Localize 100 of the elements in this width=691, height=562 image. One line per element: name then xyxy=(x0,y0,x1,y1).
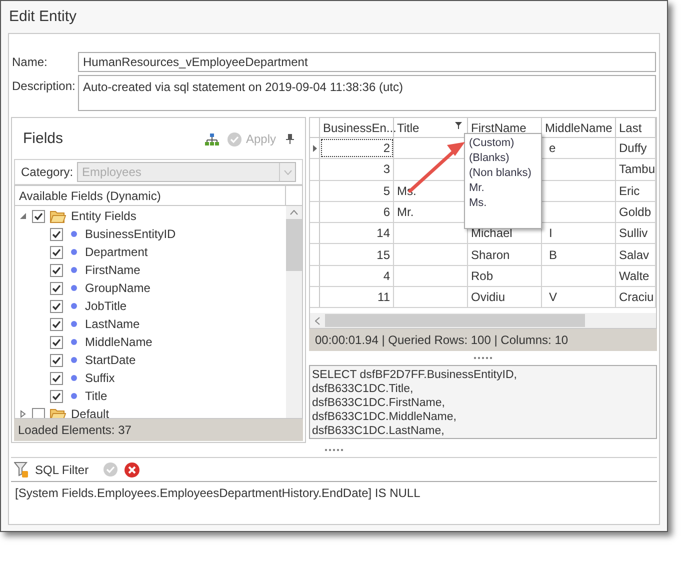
filter-option[interactable]: (Non blanks) xyxy=(469,166,537,181)
query-status: 00:00:01.94 | Queried Rows: 100 | Columns: 10 xyxy=(309,329,657,351)
pin-icon[interactable] xyxy=(286,134,294,144)
tree-item[interactable]: MiddleName xyxy=(15,333,286,351)
table-cell: Tambu xyxy=(616,159,656,180)
scrollbar-thumb[interactable] xyxy=(325,314,585,327)
table-cell: Rob xyxy=(468,266,542,286)
checkbox[interactable] xyxy=(50,372,63,384)
table-cell: Walte xyxy=(616,266,656,286)
check-icon[interactable] xyxy=(102,462,118,477)
table-cell: Salav xyxy=(616,244,656,265)
sql-filter-field[interactable]: [System Fields.Employees.EmployeesDepartmentHistory.EndDate] IS NULL xyxy=(11,481,657,524)
checkbox[interactable] xyxy=(50,246,63,258)
tree-item-label: Entity Fields xyxy=(71,208,136,225)
checkbox[interactable] xyxy=(50,282,63,294)
window-title: Edit Entity xyxy=(8,6,78,27)
table-cell: B xyxy=(542,244,616,265)
table-cell: 2 xyxy=(320,138,394,158)
folder-icon xyxy=(50,408,66,418)
table-cell: 14 xyxy=(320,223,394,244)
tree-item[interactable]: FirstName xyxy=(15,261,286,279)
table-cell: 3 xyxy=(320,159,394,180)
checkbox[interactable] xyxy=(50,336,63,348)
loaded-elements-status: Loaded Elements: 37 xyxy=(14,419,303,441)
folder-icon xyxy=(50,210,66,222)
name-label: Name: xyxy=(12,54,48,71)
column-header[interactable]: Available Fields (Dynamic) xyxy=(15,186,286,205)
table-cell: Sharon xyxy=(468,244,542,265)
table-cell: Sulliv xyxy=(616,223,656,244)
tree-item[interactable]: Suffix xyxy=(15,369,286,387)
tree-item-label: StartDate xyxy=(85,352,136,369)
checkbox[interactable] xyxy=(50,264,63,276)
table-cell: 11 xyxy=(320,287,394,308)
tree-item[interactable]: JobTitle xyxy=(15,297,286,315)
tree-item[interactable]: BusinessEntityID xyxy=(15,225,286,243)
chevron-down-icon xyxy=(284,170,292,174)
horizontal-scrollbar[interactable] xyxy=(310,313,656,328)
sql-filter-label: SQL Filter xyxy=(35,462,89,478)
filter-option[interactable]: Mr. xyxy=(469,181,537,196)
filter-icon[interactable] xyxy=(455,122,462,129)
collapsed-arrow-icon[interactable] xyxy=(19,410,27,418)
tree-item[interactable]: Entity Fields xyxy=(15,207,286,225)
tree-item-label: MiddleName xyxy=(85,334,152,351)
hierarchy-icon[interactable] xyxy=(204,132,219,146)
checkbox[interactable] xyxy=(50,300,63,312)
table-row[interactable]: 11 Ovidiu V Craciu xyxy=(310,287,656,308)
scroll-up-icon[interactable] xyxy=(290,210,298,215)
checkbox[interactable] xyxy=(50,228,63,240)
filter-icon xyxy=(14,462,29,478)
name-field[interactable]: HumanResources_vEmployeeDepartment xyxy=(78,52,656,72)
scroll-left-icon[interactable] xyxy=(315,316,320,324)
checkbox[interactable] xyxy=(32,210,45,222)
table-cell: Duffy xyxy=(616,138,656,158)
tree-item-label: Title xyxy=(85,388,108,405)
table-cell: 5 xyxy=(320,180,394,201)
category-label: Category: xyxy=(21,164,74,181)
checkbox[interactable] xyxy=(32,408,45,418)
description-field[interactable]: Auto-created via sql statement on 2019-09-04 11:38:36 (utc) xyxy=(78,75,656,111)
expanded-arrow-icon[interactable] xyxy=(19,212,27,220)
table-cell: Goldb xyxy=(616,202,656,222)
fields-title: Fields xyxy=(23,128,64,149)
sql-line: SELECT dsfBF2D7FF.BusinessEntityID, xyxy=(312,368,518,382)
column-header[interactable]: BusinessEn... xyxy=(320,118,394,137)
sql-line: dsfB633C1DC.MiddleName, xyxy=(312,410,458,424)
tree-item[interactable]: LastName xyxy=(15,315,286,333)
sql-line: dsfB633C1DC.Title, xyxy=(312,382,414,396)
table-cell: 4 xyxy=(320,266,394,286)
sql-line: dsfB633C1DC.LastName, xyxy=(312,424,446,438)
tree-item-label: Department xyxy=(85,244,148,261)
sql-text-area[interactable]: SELECT dsfBF2D7FF.BusinessEntityID, dsfB633C1DC.Title, dsfB633C1DC.FirstName, dsfB633C1DC.MiddleName, dsfB633C1DC.LastName, xyxy=(309,365,657,439)
tree-item-label: GroupName xyxy=(85,280,150,297)
tree-item-label: LastName xyxy=(85,316,140,333)
checkbox[interactable] xyxy=(50,354,63,366)
description-label: Description: xyxy=(12,78,74,95)
table-cell: 6 xyxy=(320,202,394,222)
scrollbar-thumb[interactable] xyxy=(286,219,302,271)
table-cell: V xyxy=(542,287,616,308)
tree-item[interactable]: Title xyxy=(15,387,286,405)
table-cell: Ovidiu xyxy=(468,287,542,308)
column-header[interactable]: Last xyxy=(616,118,656,137)
filter-option[interactable]: Ms. xyxy=(469,196,537,211)
tree-item[interactable]: StartDate xyxy=(15,351,286,369)
tree-item-label: Default xyxy=(71,406,110,418)
tree-item-label: FirstName xyxy=(85,262,140,279)
tree-item[interactable]: GroupName xyxy=(15,279,286,297)
vertical-scrollbar[interactable] xyxy=(286,206,302,418)
sql-line: dsfB633C1DC.FirstName, xyxy=(312,396,446,410)
table-row[interactable]: 4 Rob Walte xyxy=(310,266,656,288)
filter-option[interactable]: (Custom) xyxy=(469,136,537,151)
checkbox[interactable] xyxy=(50,390,63,402)
check-circle-icon xyxy=(226,132,242,146)
tree-item-label: BusinessEntityID xyxy=(85,226,176,243)
table-cell: Eric xyxy=(616,180,656,201)
table-row[interactable]: 15 Sharon B Salav xyxy=(310,244,656,266)
table-cell: 15 xyxy=(320,244,394,265)
table-cell: Craciu xyxy=(616,287,656,308)
cancel-icon[interactable] xyxy=(124,462,140,478)
tree-item[interactable]: Department xyxy=(15,243,286,261)
checkbox[interactable] xyxy=(50,318,63,330)
tree-item-label: JobTitle xyxy=(85,298,127,315)
